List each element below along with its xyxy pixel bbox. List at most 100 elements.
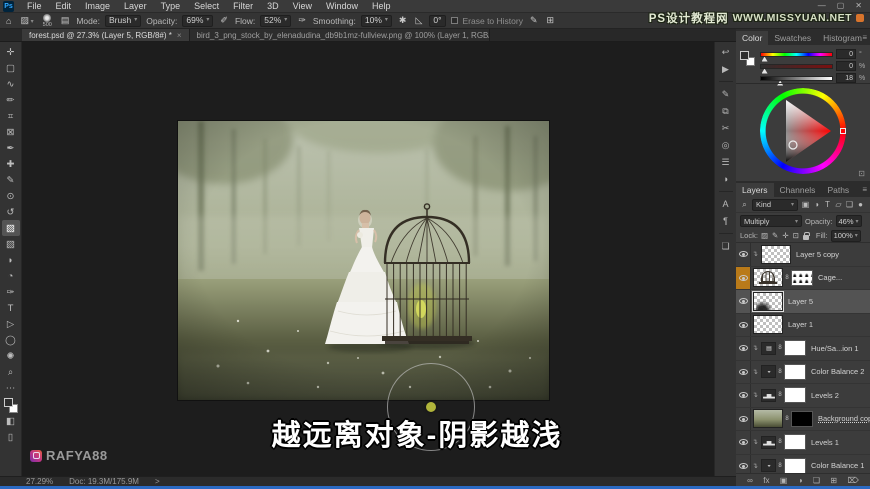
menu-type[interactable]: Type <box>154 0 188 13</box>
tab-channels[interactable]: Channels <box>774 183 822 197</box>
hue-slider-handle[interactable] <box>761 56 768 62</box>
hand-tool[interactable]: ✺ <box>2 348 20 364</box>
tab-close-icon[interactable]: × <box>177 31 182 40</box>
blend-mode-select[interactable]: Multiply ▾ <box>740 215 802 227</box>
tab-layers[interactable]: Layers <box>736 183 774 197</box>
toolbar-color-swatches[interactable] <box>3 398 19 413</box>
brush-settings-panel-icon[interactable]: ✎ <box>718 87 734 101</box>
layer-visibility-cell[interactable] <box>736 313 751 336</box>
layer-mask-thumbnail[interactable] <box>791 269 813 286</box>
healing-brush-tool[interactable]: ✚ <box>2 156 20 172</box>
blur-tool[interactable]: ◗ <box>2 252 20 268</box>
menu-select[interactable]: Select <box>187 0 226 13</box>
layer-name[interactable]: Layer 5 <box>788 297 813 306</box>
saturation-brightness-triangle[interactable] <box>760 88 846 174</box>
brightness-slider-value[interactable]: 18 <box>836 73 856 83</box>
brush-tool[interactable]: ✎ <box>2 172 20 188</box>
smoothing-options-gear-icon[interactable]: ✱ <box>397 15 409 26</box>
layer-row-10[interactable]: ↴ ◒ 8 Color Balance 1 <box>736 454 870 473</box>
history-brush-tool[interactable]: ↺ <box>2 204 20 220</box>
brush-settings-toggle-icon[interactable]: ▤ <box>59 15 72 26</box>
shape-tool[interactable]: ◯ <box>2 332 20 348</box>
home-icon[interactable]: ⌂ <box>4 16 13 26</box>
lock-all-icon[interactable] <box>802 231 810 240</box>
paragraph-panel-icon[interactable]: ¶ <box>718 214 734 228</box>
layer-name[interactable]: Cage... <box>818 273 842 282</box>
symmetry-icon[interactable]: ⊞ <box>545 15 557 26</box>
add-mask-icon[interactable]: ▣ <box>780 476 788 485</box>
foreground-color-swatch[interactable] <box>740 51 749 60</box>
menu-layer[interactable]: Layer <box>117 0 154 13</box>
type-tool[interactable]: T <box>2 300 20 316</box>
document-tab-1[interactable]: forest.psd @ 27.3% (Layer 5, RGB/8#) * × <box>22 29 190 41</box>
lock-transparency-icon[interactable]: ▨ <box>761 231 768 240</box>
menu-window[interactable]: Window <box>319 0 365 13</box>
layers-panel-menu-icon[interactable]: ≡ <box>862 185 867 194</box>
airbrush-icon[interactable]: ✑ <box>296 15 308 26</box>
layer-thumbnail[interactable] <box>761 244 791 264</box>
filter-switch-icon[interactable]: ● <box>856 200 865 209</box>
layer-name[interactable]: Background copy. <box>818 414 870 423</box>
layer-name[interactable]: Color Balance 1 <box>811 461 864 470</box>
filter-pixel-layers-icon[interactable]: ▣ <box>801 200 810 209</box>
zoom-level[interactable]: 27.29% <box>26 477 53 486</box>
erase-to-history-checkbox[interactable] <box>450 17 458 24</box>
layer-thumbnail[interactable] <box>752 290 784 312</box>
layer-row-4[interactable]: Layer 1 <box>736 313 870 337</box>
scissors-panel-icon[interactable]: ✂ <box>718 121 734 135</box>
foreground-color-swatch[interactable] <box>3 398 13 407</box>
zoom-tool[interactable]: ⌕ <box>2 364 20 380</box>
pen-tool[interactable]: ✑ <box>2 284 20 300</box>
tab-histogram[interactable]: Histogram <box>817 31 868 45</box>
layer-visibility-cell[interactable] <box>736 431 751 454</box>
saturation-slider[interactable] <box>760 63 833 74</box>
mode-select[interactable]: Brush ▾ <box>104 14 142 27</box>
crop-tool[interactable]: ⌗ <box>2 108 20 124</box>
new-layer-icon[interactable]: ⊞ <box>830 476 837 485</box>
gradient-tool[interactable]: ▧ <box>2 236 20 252</box>
lock-pixels-icon[interactable]: ✎ <box>772 231 778 240</box>
filter-adjustment-layers-icon[interactable]: ◑ <box>812 200 821 209</box>
libraries-panel-icon[interactable]: ❏ <box>718 239 734 253</box>
eraser-preset-icon[interactable]: ▨ ▾ <box>18 15 35 26</box>
lasso-tool[interactable]: ∿ <box>2 76 20 92</box>
path-selection-tool[interactable]: ▷ <box>2 316 20 332</box>
adjustment-layer-icon[interactable]: ▂▅▂ <box>761 435 776 449</box>
filter-smart-objects-icon[interactable]: ❏ <box>845 200 854 209</box>
tab-swatches[interactable]: Swatches <box>768 31 817 45</box>
history-panel-icon[interactable]: ↩ <box>718 45 734 59</box>
layer-mask-thumbnail[interactable] <box>784 340 806 357</box>
status-arrow-icon[interactable]: > <box>155 477 160 486</box>
dodge-tool[interactable]: ◔ <box>2 268 20 284</box>
filter-type-layers-icon[interactable]: T <box>823 200 832 209</box>
kind-filter-select[interactable]: Kind ▾ <box>752 198 798 211</box>
layer-mask-thumbnail[interactable] <box>784 457 806 473</box>
menu-help[interactable]: Help <box>365 0 398 13</box>
layer-visibility-cell[interactable] <box>736 360 751 383</box>
wheel-options-icon[interactable]: ⊡ <box>858 169 865 178</box>
brightness-slider[interactable] <box>760 75 833 86</box>
saturation-slider-value[interactable]: 0 <box>836 61 856 71</box>
clone-source-panel-icon[interactable]: ⧉ <box>718 104 734 118</box>
document-tab-2[interactable]: bird_3_png_stock_by_elenadudina_db9b1mz-… <box>189 29 490 41</box>
layer-row-5[interactable]: ↴ ▤ 8 Hue/Sa...ion 1 <box>736 337 870 361</box>
layer-thumbnail[interactable] <box>753 409 783 429</box>
opacity-select[interactable]: 69% ▾ <box>182 14 214 27</box>
layer-visibility-cell[interactable] <box>736 337 751 360</box>
flow-select[interactable]: 52% ▾ <box>260 14 292 27</box>
adjustment-layer-icon[interactable]: ◒ <box>761 459 776 473</box>
marquee-tool[interactable]: ▢ <box>2 60 20 76</box>
layer-name[interactable]: Levels 2 <box>811 391 839 400</box>
layer-name[interactable]: Layer 1 <box>788 320 813 329</box>
layer-row-9[interactable]: ↴ ▂▅▂ 8 Levels 1 <box>736 431 870 455</box>
layer-name[interactable]: Color Balance 2 <box>811 367 864 376</box>
layer-row-7[interactable]: ↴ ▂▅▂ 8 Levels 2 <box>736 384 870 408</box>
layer-name[interactable]: Levels 1 <box>811 438 839 447</box>
hue-marker[interactable] <box>840 128 846 134</box>
menu-edit[interactable]: Edit <box>49 0 79 13</box>
layer-thumbnail[interactable] <box>753 315 783 335</box>
panel-menu-icon[interactable]: ≡ <box>862 33 867 42</box>
foreground-background-swatches-icon[interactable] <box>740 51 755 66</box>
menu-filter[interactable]: Filter <box>226 0 260 13</box>
filter-shape-layers-icon[interactable]: ▱ <box>834 200 843 209</box>
